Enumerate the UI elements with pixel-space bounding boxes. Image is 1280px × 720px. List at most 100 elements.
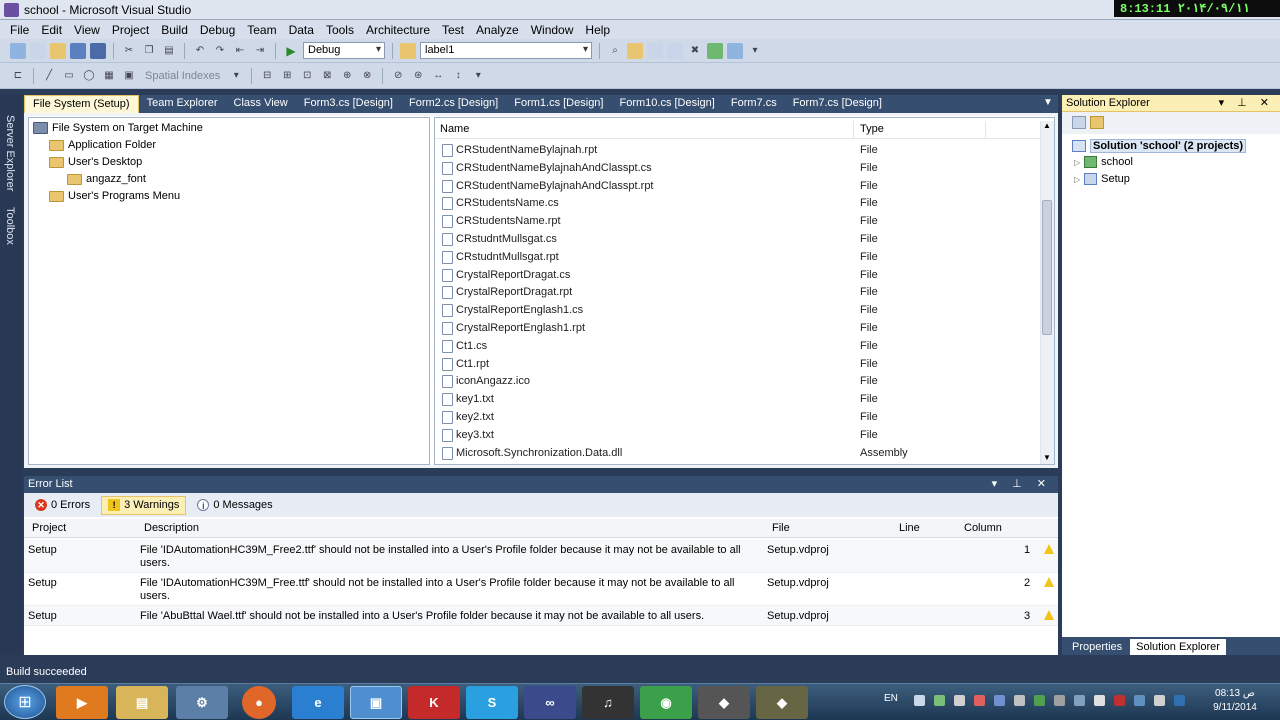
menu-analyze[interactable]: Analyze [470, 23, 525, 37]
layer-icon[interactable]: ▣ [121, 68, 137, 84]
tab-list-dropdown-icon[interactable]: ▼ [1043, 97, 1053, 108]
volume-tray-icon[interactable] [1154, 695, 1165, 706]
tray-icon[interactable] [1014, 695, 1025, 706]
solution-node[interactable]: Solution 'school' (2 projects) [1072, 139, 1247, 153]
redo-icon[interactable]: ↷ [212, 43, 228, 59]
solution-explorer-icon[interactable] [627, 42, 643, 59]
file-row[interactable]: CrystalReportEnglash1.cs File [440, 302, 1040, 320]
tray-icon[interactable] [974, 695, 985, 706]
tab-team-explorer[interactable]: Team Explorer [139, 95, 226, 113]
tree-item-application-folder[interactable]: Application Folder [49, 139, 156, 151]
toolbar-options-icon[interactable]: ▾ [470, 68, 486, 84]
ellipse-icon[interactable]: ◯ [81, 68, 97, 84]
find-icon[interactable]: ⌕ [607, 43, 623, 59]
tab-class-view[interactable]: Class View [226, 95, 296, 113]
warnings-filter-button[interactable]: ! 3 Warnings [101, 495, 187, 515]
kaspersky-taskbar-icon[interactable]: K [408, 686, 460, 719]
language-indicator[interactable]: EN [884, 693, 898, 704]
format-icon[interactable]: ⊛ [410, 68, 426, 84]
save-icon[interactable] [70, 42, 86, 59]
navigate-forward-icon[interactable]: ⇥ [252, 43, 268, 59]
solution-configuration-select[interactable]: Debug [303, 42, 385, 59]
line-icon[interactable]: ╱ [41, 68, 57, 84]
scrollbar-thumb[interactable] [1042, 200, 1052, 335]
file-row[interactable]: CrystalReportDragat.cs File [440, 267, 1040, 285]
format-icon[interactable]: ⊟ [259, 68, 275, 84]
undo-icon[interactable]: ↶ [192, 43, 208, 59]
file-row[interactable]: CRStudentNameBylajnahAndClasspt.cs File [440, 160, 1040, 178]
music-taskbar-icon[interactable]: ♫ [582, 686, 634, 719]
add-item-icon[interactable] [30, 42, 46, 59]
messages-filter-button[interactable]: i 0 Messages [190, 496, 279, 515]
format-icon[interactable]: ↕ [450, 68, 466, 84]
tray-icon[interactable] [1094, 695, 1105, 706]
format-icon[interactable]: ⊕ [339, 68, 355, 84]
format-icon[interactable]: ⊘ [390, 68, 406, 84]
menu-window[interactable]: Window [525, 23, 580, 37]
menu-architecture[interactable]: Architecture [360, 23, 436, 37]
scroll-up-icon[interactable]: ▲ [1043, 121, 1051, 130]
object-browser-icon[interactable] [667, 42, 683, 59]
tab-form1-design[interactable]: Form1.cs [Design] [506, 95, 611, 113]
extension-manager-icon[interactable] [727, 42, 743, 59]
toolbar-options-icon[interactable]: ▾ [747, 43, 763, 59]
tab-form3-design[interactable]: Form3.cs [Design] [296, 95, 401, 113]
menu-file[interactable]: File [4, 23, 35, 37]
panel-controls[interactable]: ▾ ⊥ ✕ [1219, 96, 1274, 109]
menu-team[interactable]: Team [241, 23, 282, 37]
app3-taskbar-icon[interactable]: ◆ [756, 686, 808, 719]
tray-icon[interactable] [994, 695, 1005, 706]
file-row[interactable]: Microsoft.Synchronization.Data.dll Assemb… [440, 445, 1040, 463]
tree-item-angazz-font[interactable]: angazz_font [67, 173, 146, 185]
tab-solution-explorer[interactable]: Solution Explorer [1130, 639, 1226, 655]
spatial-indexes-label[interactable]: Spatial Indexes [141, 70, 224, 82]
copy-icon[interactable]: ❐ [141, 43, 157, 59]
start-button[interactable]: ⊞ [4, 685, 46, 719]
tray-clock[interactable]: 08:13 ص 9/11/2014 [1200, 687, 1270, 715]
image-icon[interactable]: ▦ [101, 68, 117, 84]
menu-project[interactable]: Project [106, 23, 155, 37]
column-description[interactable]: Description [144, 522, 199, 534]
find-in-files-icon[interactable] [400, 42, 416, 59]
align-lefts-icon[interactable]: ⊏ [10, 68, 26, 84]
tab-form7-cs[interactable]: Form7.cs [723, 95, 785, 113]
error-row[interactable]: Setup File 'AbuBttal Wael.ttf' should not… [24, 606, 1058, 626]
format-icon[interactable]: ⊞ [279, 68, 295, 84]
tab-form7-design[interactable]: Form7.cs [Design] [785, 95, 890, 113]
app-taskbar-icon[interactable]: ∞ [524, 686, 576, 719]
project-node-setup[interactable]: ▷ Setup [1074, 173, 1130, 185]
file-row[interactable]: CRstudntMullsgat.cs File [440, 231, 1040, 249]
column-name[interactable]: Name [440, 123, 469, 135]
scroll-down-icon[interactable]: ▼ [1043, 453, 1051, 462]
chrome-taskbar-icon[interactable]: ◉ [640, 686, 692, 719]
file-row[interactable]: CrystalReportEnglash1.rpt File [440, 320, 1040, 338]
properties-icon[interactable] [1072, 116, 1086, 129]
menu-tools[interactable]: Tools [320, 23, 360, 37]
format-icon[interactable]: ⊗ [359, 68, 375, 84]
show-all-files-icon[interactable] [1090, 116, 1104, 129]
network-taskbar-icon[interactable]: ⚙ [176, 686, 228, 719]
skype-taskbar-icon[interactable]: S [466, 686, 518, 719]
tray-icon[interactable] [1074, 695, 1085, 706]
menu-help[interactable]: Help [579, 23, 616, 37]
explorer-taskbar-icon[interactable]: ▤ [116, 686, 168, 719]
tab-file-system-setup[interactable]: File System (Setup) [24, 95, 139, 113]
rectangle-icon[interactable]: ▭ [61, 68, 77, 84]
column-file[interactable]: File [772, 522, 790, 534]
menu-debug[interactable]: Debug [194, 23, 241, 37]
file-row[interactable]: CRStudentsName.cs File [440, 195, 1040, 213]
menu-build[interactable]: Build [155, 23, 194, 37]
panel-controls[interactable]: ▾ ⊥ ✕ [992, 477, 1052, 490]
file-row[interactable]: CRStudentNameBylajnah.rpt File [440, 142, 1040, 160]
app2-taskbar-icon[interactable]: ◆ [698, 686, 750, 719]
file-row[interactable]: Ct1.cs File [440, 338, 1040, 356]
menu-data[interactable]: Data [283, 23, 320, 37]
file-row[interactable]: CrystalReportDragat.rpt File [440, 284, 1040, 302]
media-player-taskbar-icon[interactable]: ▶ [56, 686, 108, 719]
visual-studio-taskbar-icon[interactable]: ▣ [350, 686, 402, 719]
tab-form2-design[interactable]: Form2.cs [Design] [401, 95, 506, 113]
file-row[interactable]: key2.txt File [440, 409, 1040, 427]
column-column[interactable]: Column [964, 522, 1002, 534]
paste-icon[interactable]: ▤ [161, 43, 177, 59]
navigate-back-icon[interactable]: ⇤ [232, 43, 248, 59]
